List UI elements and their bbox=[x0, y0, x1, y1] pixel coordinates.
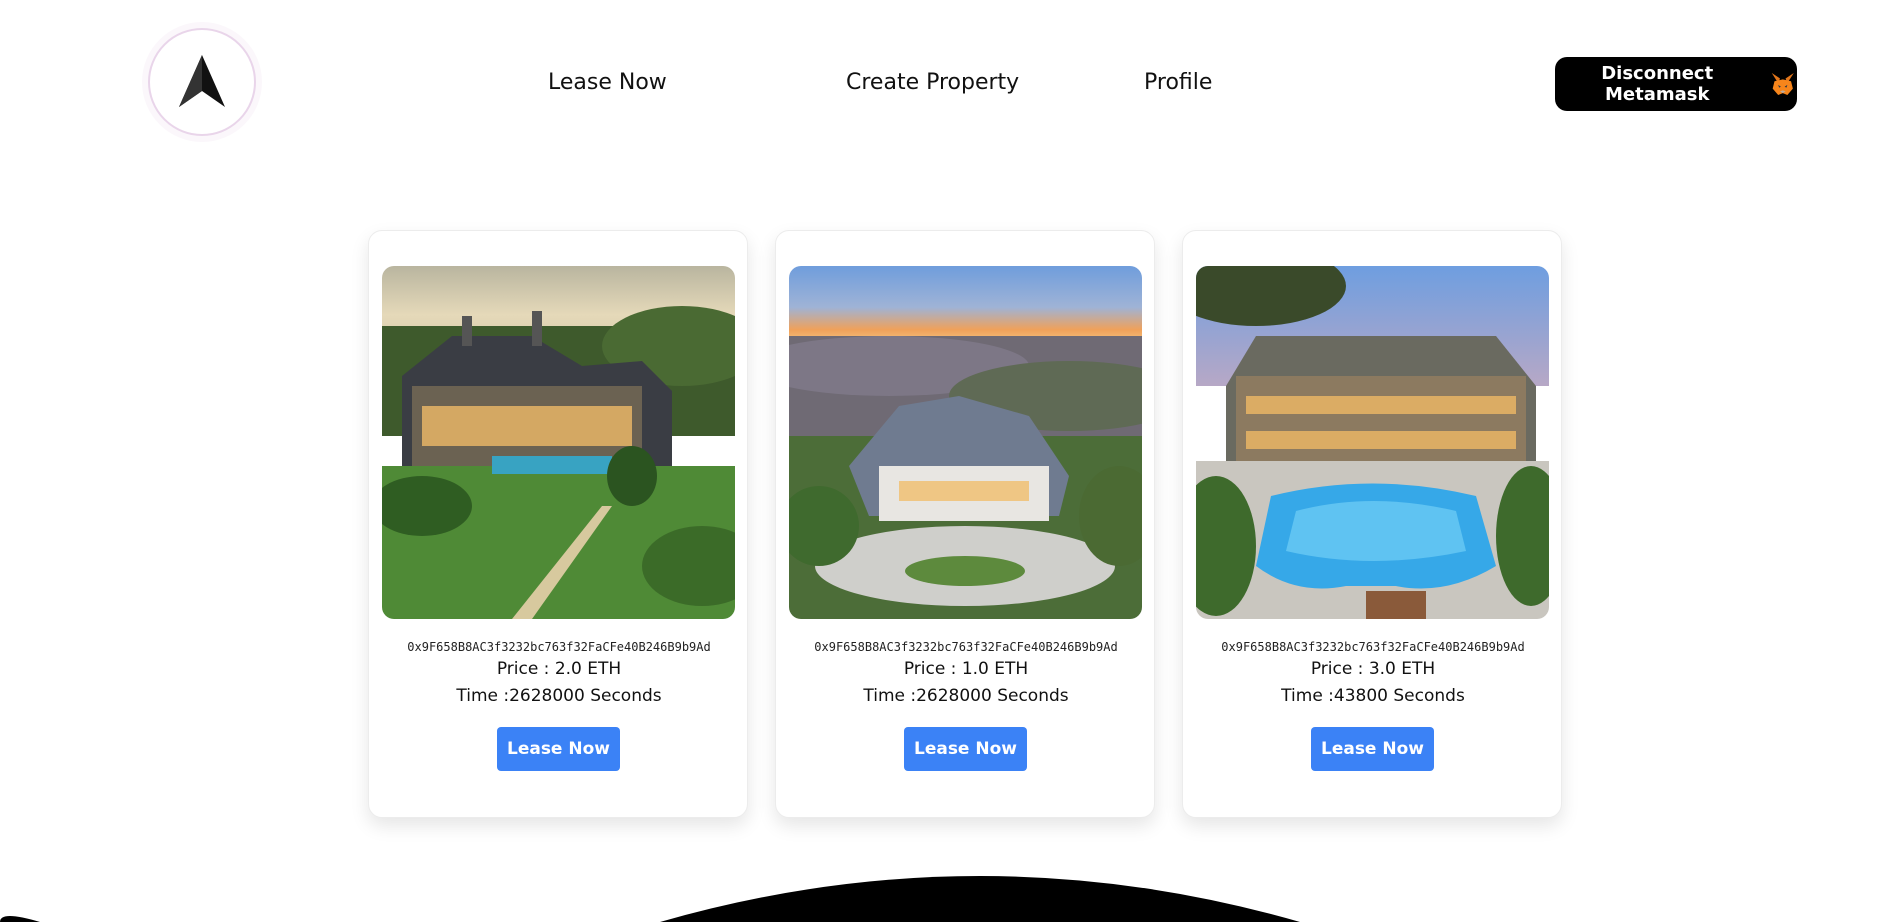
property-image bbox=[1196, 266, 1549, 619]
property-image bbox=[382, 266, 735, 619]
decorative-wave bbox=[0, 876, 1300, 922]
nav-lease-now[interactable]: Lease Now bbox=[548, 70, 667, 95]
owner-address: 0x9F658B8AC3f3232bc763f32FaCFe40B246B9b9… bbox=[814, 640, 1118, 654]
property-photo-hilltop-mansion[interactable] bbox=[789, 266, 1142, 619]
property-photo-pool-estate[interactable] bbox=[1196, 266, 1549, 619]
disconnect-metamask-button[interactable]: Disconnect Metamask bbox=[1555, 57, 1797, 111]
price-label: Price : 3.0 ETH bbox=[1310, 659, 1436, 679]
lease-now-button[interactable]: Lease Now bbox=[1311, 727, 1434, 771]
property-card: 0x9F658B8AC3f3232bc763f32FaCFe40B246B9b9… bbox=[775, 230, 1155, 818]
property-card: 0x9F658B8AC3f3232bc763f32FaCFe40B246B9b9… bbox=[368, 230, 748, 818]
owner-address: 0x9F658B8AC3f3232bc763f32FaCFe40B246B9b9… bbox=[407, 640, 711, 654]
price-label: Price : 2.0 ETH bbox=[496, 659, 622, 679]
property-card: 0x9F658B8AC3f3232bc763f32FaCFe40B246B9b9… bbox=[1182, 230, 1562, 818]
time-label: Time :2628000 Seconds bbox=[863, 686, 1069, 706]
lease-now-button[interactable]: Lease Now bbox=[904, 727, 1027, 771]
page: Lease Now Create Property Profile Discon… bbox=[0, 0, 1899, 922]
metamask-fox-icon bbox=[1772, 72, 1795, 96]
listing-grid: 0x9F658B8AC3f3232bc763f32FaCFe40B246B9b9… bbox=[368, 230, 1562, 820]
owner-address: 0x9F658B8AC3f3232bc763f32FaCFe40B246B9b9… bbox=[1221, 640, 1525, 654]
lease-now-button[interactable]: Lease Now bbox=[497, 727, 620, 771]
logo[interactable] bbox=[148, 28, 256, 136]
time-label: Time :2628000 Seconds bbox=[456, 686, 662, 706]
header: Lease Now Create Property Profile Discon… bbox=[0, 0, 1899, 170]
disconnect-metamask-label: Disconnect Metamask bbox=[1601, 63, 1714, 105]
time-label: Time :43800 Seconds bbox=[1281, 686, 1465, 706]
arrow-up-icon bbox=[179, 55, 225, 107]
price-label: Price : 1.0 ETH bbox=[903, 659, 1029, 679]
nav-profile[interactable]: Profile bbox=[1144, 70, 1212, 95]
property-image bbox=[789, 266, 1142, 619]
nav-create-property[interactable]: Create Property bbox=[846, 70, 1019, 95]
property-photo-coastal-mansion[interactable] bbox=[382, 266, 735, 619]
